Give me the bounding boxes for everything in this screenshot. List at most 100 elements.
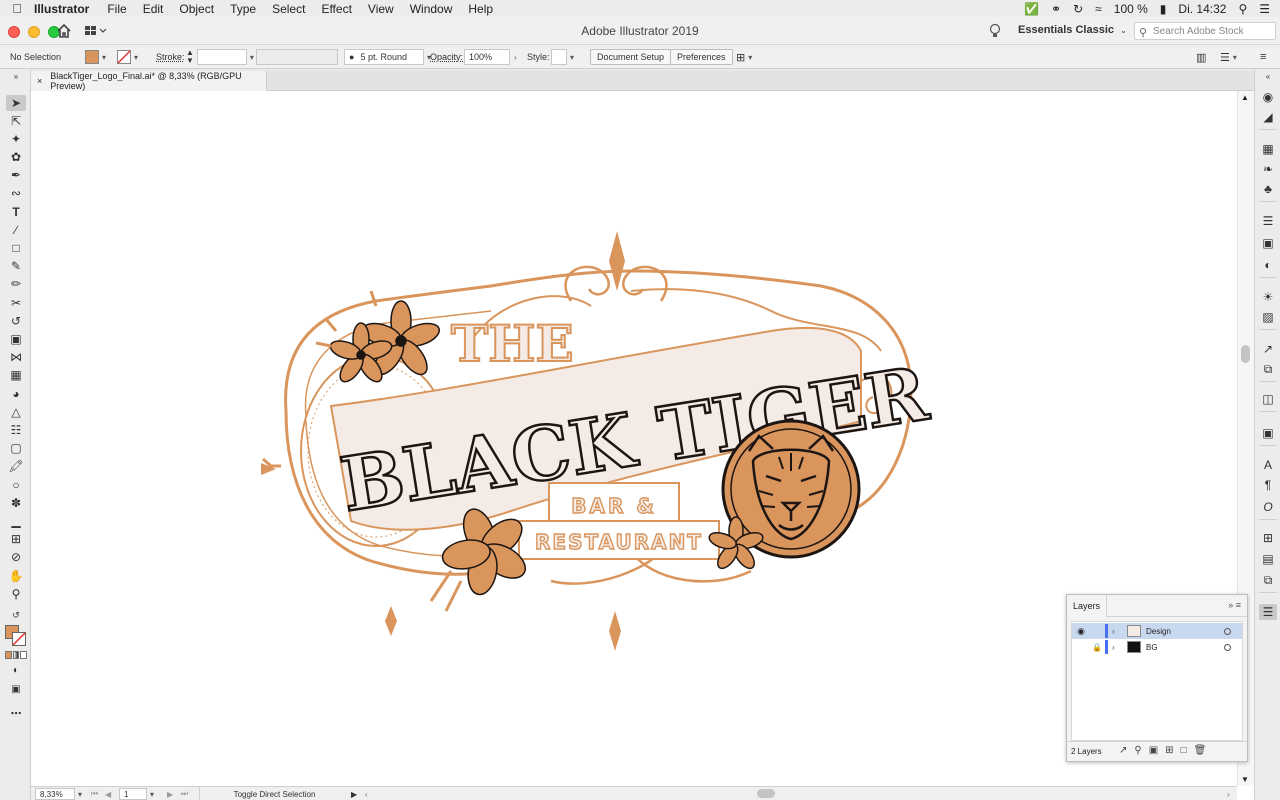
style-chevron-icon[interactable]: ▾: [570, 53, 574, 62]
menu-edit[interactable]: Edit: [143, 2, 164, 16]
document-tab[interactable]: × BlackTiger_Logo_Final.ai* @ 8,33% (RGB…: [31, 71, 267, 91]
stroke-dropdown-chevron-icon[interactable]: ▾: [134, 53, 138, 62]
adobe-stock-search-input[interactable]: ⚲ Search Adobe Stock: [1134, 22, 1276, 40]
notification-center-icon[interactable]: ☰: [1259, 2, 1270, 16]
fill-dropdown-chevron-icon[interactable]: ▾: [102, 53, 106, 62]
pathfinder-panel-icon[interactable]: ⧉: [1259, 572, 1277, 588]
control-bar-menu-icon[interactable]: ≡: [1260, 51, 1266, 63]
none-mode-icon[interactable]: [20, 651, 28, 659]
draw-mode-icon[interactable]: ◐: [6, 662, 26, 678]
pen-tool-icon[interactable]: ✒: [6, 167, 26, 183]
hand-tool-icon[interactable]: ✋: [6, 568, 26, 584]
screen-mode-icon[interactable]: ▣: [6, 681, 26, 697]
wifi-icon[interactable]: ≈: [1095, 2, 1102, 16]
gradient-mode-icon[interactable]: [12, 651, 20, 659]
graphic-style-swatch[interactable]: [551, 49, 567, 65]
menu-type[interactable]: Type: [230, 2, 256, 16]
minimize-window-button[interactable]: [28, 26, 40, 38]
horizontal-scroll-thumb[interactable]: [757, 789, 775, 798]
locate-object-icon[interactable]: ⚲: [1134, 745, 1141, 756]
artboard-chevron-icon[interactable]: ▾: [150, 790, 154, 799]
opentype-panel-icon[interactable]: O: [1259, 499, 1277, 515]
export-panel-icon[interactable]: ↗: [1259, 341, 1277, 357]
stroke-weight-stepper[interactable]: ▲ ▼: [186, 49, 194, 65]
last-artboard-icon[interactable]: ⏭: [181, 787, 188, 800]
column-graph-tool-icon[interactable]: ▁: [6, 513, 26, 529]
brush-definition[interactable]: ● 5 pt. Round: [344, 49, 424, 65]
artboard-canvas[interactable]: THE BLACK TIGER BAR & RESTAURANT: [31, 91, 1237, 786]
stroke-panel-icon[interactable]: ☰: [1259, 213, 1277, 229]
transparency-panel-icon[interactable]: ◐: [1259, 257, 1277, 273]
layer-name[interactable]: BG: [1146, 643, 1158, 652]
apple-menu-icon[interactable]: : [0, 1, 34, 16]
magic-wand-tool-icon[interactable]: ✦: [6, 131, 26, 147]
arrange-icon[interactable]: ⊞: [736, 51, 745, 64]
spotlight-search-icon[interactable]: ⚲: [1238, 2, 1247, 16]
menu-help[interactable]: Help: [468, 2, 493, 16]
collapse-tools-icon[interactable]: »: [6, 68, 26, 84]
expand-arrow-icon[interactable]: ›: [1112, 643, 1115, 652]
status-check-icon[interactable]: ✅: [1024, 2, 1039, 16]
delete-layer-icon[interactable]: 🗑: [1194, 745, 1207, 756]
perspective-grid-tool-icon[interactable]: △: [6, 404, 26, 420]
transform-panel-icon[interactable]: ⊞: [1259, 530, 1277, 546]
opacity-field[interactable]: 100%: [464, 49, 510, 65]
scroll-up-icon[interactable]: ▲: [1241, 93, 1249, 102]
sync-icon[interactable]: ↻: [1073, 2, 1083, 16]
layer-row-bg[interactable]: 🔒 › BG: [1072, 639, 1242, 655]
align-panel-icon[interactable]: ▤: [1259, 551, 1277, 567]
close-tab-icon[interactable]: ×: [37, 76, 42, 86]
opacity-arrow-icon[interactable]: ›: [514, 53, 517, 62]
stroke-weight-field[interactable]: [196, 49, 247, 65]
clipping-mask-icon[interactable]: ▣: [1149, 745, 1158, 756]
menu-effect[interactable]: Effect: [321, 2, 351, 16]
clock[interactable]: Di. 14:32: [1178, 2, 1226, 16]
menu-window[interactable]: Window: [410, 2, 453, 16]
new-sublayer-icon[interactable]: ⊞: [1165, 745, 1173, 756]
panel-toggle-icon[interactable]: ▥: [1196, 51, 1206, 64]
layers-panel-icon[interactable]: ☰: [1259, 604, 1277, 620]
color-mode-buttons[interactable]: [5, 651, 28, 659]
preferences-button[interactable]: Preferences: [670, 49, 733, 65]
scissors-tool-icon[interactable]: ✂: [6, 295, 26, 311]
appearance-panel-icon[interactable]: ☀: [1259, 289, 1277, 305]
menu-view[interactable]: View: [368, 2, 394, 16]
document-setup-button[interactable]: Document Setup: [590, 49, 672, 65]
shaper-tool-icon[interactable]: ✏: [6, 276, 26, 292]
line-segment-tool-icon[interactable]: ∕: [6, 222, 26, 238]
workspace-switcher[interactable]: Essentials Classic ⌄: [1018, 24, 1127, 36]
rectangle-tool-icon[interactable]: □: [6, 240, 26, 256]
creative-cloud-icon[interactable]: ⚭: [1051, 2, 1061, 16]
opacity-label[interactable]: Opacity:: [430, 52, 463, 62]
shape-builder-tool-icon[interactable]: ◕: [6, 386, 26, 402]
scroll-left-icon[interactable]: ‹: [365, 787, 368, 800]
symbols-panel-icon[interactable]: ♣: [1259, 181, 1277, 197]
lightbulb-icon[interactable]: [988, 23, 1002, 39]
app-menu[interactable]: Illustrator: [34, 2, 89, 16]
mesh-tool-icon[interactable]: ☷: [6, 422, 26, 438]
status-tool-hint[interactable]: Toggle Direct Selection: [199, 787, 349, 800]
layer-target-icon[interactable]: [1224, 627, 1231, 635]
menu-select[interactable]: Select: [272, 2, 305, 16]
zoom-chevron-icon[interactable]: ▾: [78, 790, 82, 799]
curvature-tool-icon[interactable]: ∾: [6, 185, 26, 201]
layers-panel-menu-icon[interactable]: » ≡: [1228, 600, 1241, 610]
menu-object[interactable]: Object: [179, 2, 214, 16]
expand-arrow-icon[interactable]: ›: [1112, 627, 1115, 636]
width-tool-icon[interactable]: ⋈: [6, 349, 26, 365]
brushes-panel-icon[interactable]: ❧: [1259, 161, 1277, 177]
color-mode-icon[interactable]: [5, 651, 12, 659]
gradient-tool-icon[interactable]: ▢: [6, 440, 26, 456]
eyedropper-tool-icon[interactable]: 🖍: [6, 458, 26, 474]
artboard-number-field[interactable]: 1: [119, 788, 147, 800]
menu-file[interactable]: File: [107, 2, 126, 16]
stroke-label[interactable]: Stroke:: [156, 52, 185, 62]
type-tool-icon[interactable]: T: [6, 204, 26, 220]
prev-artboard-icon[interactable]: ◀: [105, 787, 111, 800]
artboards-panel-icon[interactable]: ⧉: [1259, 361, 1277, 377]
status-menu-arrow-icon[interactable]: ▶: [351, 787, 357, 800]
paintbrush-tool-icon[interactable]: ✎: [6, 258, 26, 274]
rotate-tool-icon[interactable]: ↺: [6, 313, 26, 329]
visibility-eye-icon[interactable]: ◉: [1075, 626, 1087, 637]
align-menu-icon[interactable]: ☰: [1220, 51, 1230, 64]
